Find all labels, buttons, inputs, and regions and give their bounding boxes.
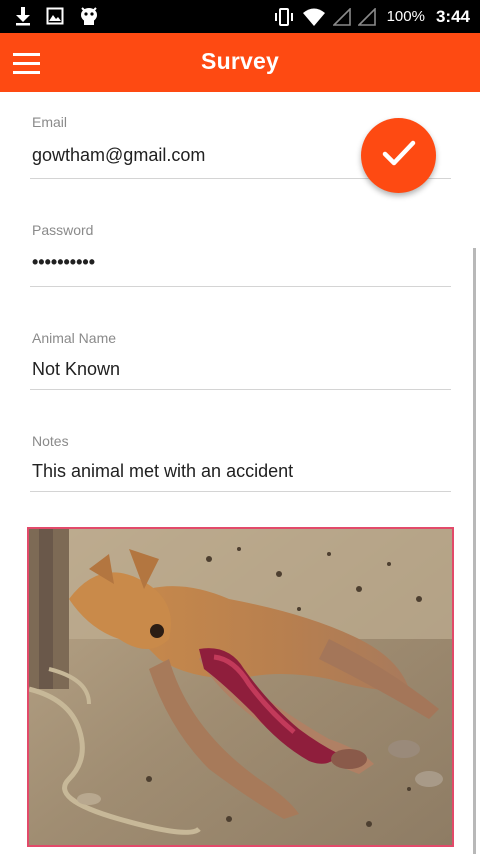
injured-dog-photo — [29, 529, 452, 845]
email-field[interactable]: gowtham@gmail.com — [32, 145, 205, 166]
animal-name-underline — [30, 389, 451, 390]
app-bar: Survey — [0, 33, 480, 92]
status-indicators: 100% 3:44 — [273, 0, 470, 33]
android-debug-icon — [78, 6, 100, 26]
animal-name-field[interactable]: Not Known — [32, 359, 120, 380]
battery-percentage: 100% — [386, 8, 425, 25]
status-clock: 3:44 — [435, 6, 470, 26]
email-label: Email — [32, 114, 68, 130]
image-icon — [46, 7, 64, 25]
check-icon — [382, 139, 416, 172]
notes-underline — [30, 491, 451, 492]
page-title: Survey — [201, 48, 279, 74]
wifi-icon — [302, 7, 326, 27]
status-bar: 100% 3:44 — [0, 0, 480, 33]
submit-check-button[interactable] — [361, 118, 436, 193]
password-underline — [30, 286, 451, 287]
notes-field[interactable]: This animal met with an accident — [32, 461, 293, 482]
scroll-indicator[interactable] — [473, 248, 476, 854]
signal-icon — [332, 7, 351, 26]
password-label: Password — [32, 222, 94, 238]
notes-label: Notes — [32, 433, 69, 449]
status-notifications — [14, 6, 100, 26]
animal-photo[interactable] — [27, 527, 454, 847]
password-field[interactable]: •••••••••• — [32, 252, 95, 273]
signal-icon — [357, 7, 376, 26]
vibrate-icon — [273, 7, 295, 27]
download-icon — [14, 6, 32, 26]
animal-name-label: Animal Name — [32, 330, 117, 346]
